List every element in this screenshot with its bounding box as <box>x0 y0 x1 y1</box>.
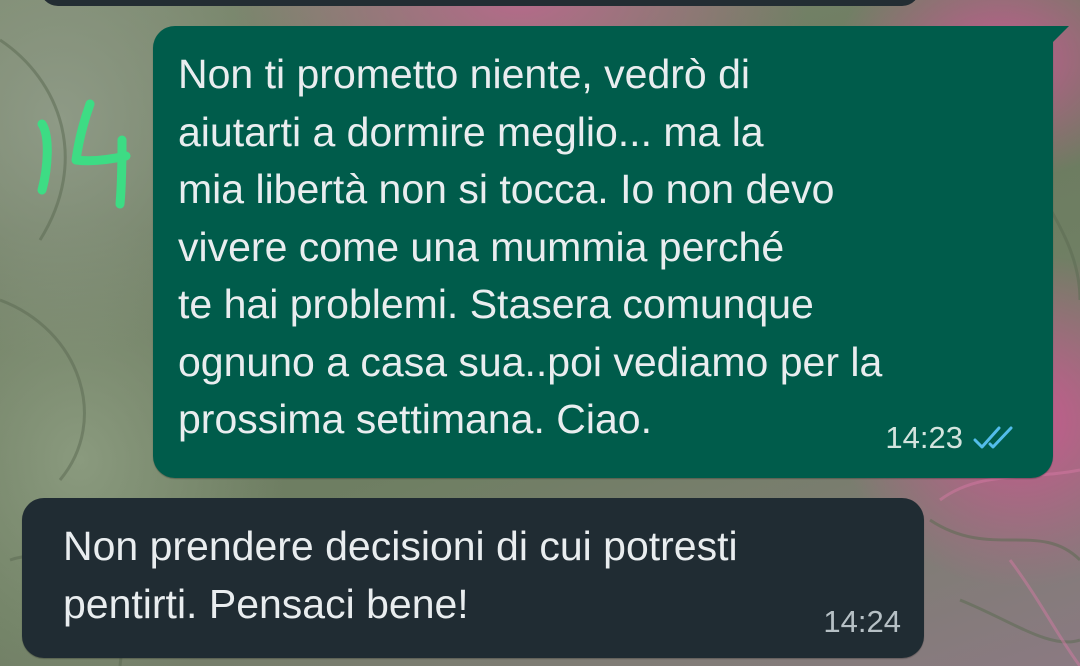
message-text: Non ti prometto niente, vedrò di aiutart… <box>178 51 883 442</box>
handwritten-annotation: 14 <box>28 96 138 216</box>
message-meta: 14:23 <box>885 420 1019 456</box>
double-check-icon <box>973 426 1013 449</box>
message-timestamp: 14:24 <box>823 604 901 639</box>
previous-message-bubble-edge <box>40 0 920 6</box>
incoming-message-bubble[interactable]: Non prendere decisioni di cui potresti p… <box>22 498 924 658</box>
message-text: Non prendere decisioni di cui potresti p… <box>63 523 738 627</box>
outgoing-message-bubble[interactable]: Non ti prometto niente, vedrò di aiutart… <box>153 26 1069 478</box>
message-meta: 14:24 <box>823 604 901 640</box>
message-timestamp: 14:23 <box>885 420 963 455</box>
annotation-number-drawing <box>37 99 131 209</box>
